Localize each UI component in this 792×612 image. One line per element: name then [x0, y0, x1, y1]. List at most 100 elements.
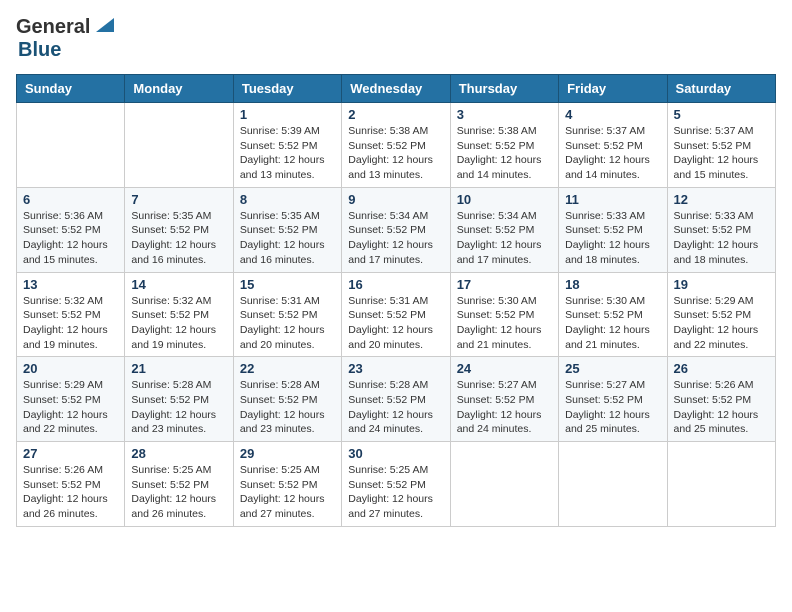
- calendar-cell: 6Sunrise: 5:36 AMSunset: 5:52 PMDaylight…: [17, 187, 125, 272]
- calendar-cell: 5 Sunrise: 5:37 AMSunset: 5:52 PMDaylight…: [667, 103, 775, 188]
- calendar-cell: 22 Sunrise: 5:28 AMSunset: 5:52 PMDayligh…: [233, 357, 341, 442]
- day-info: Sunrise: 5:25 AMSunset: 5:52 PMDaylight:…: [240, 463, 335, 522]
- day-info: Sunrise: 5:38 AMSunset: 5:52 PMDaylight:…: [348, 124, 443, 183]
- calendar-cell: 1 Sunrise: 5:39 AMSunset: 5:52 PMDaylight…: [233, 103, 341, 188]
- day-info: Sunrise: 5:35 AMSunset: 5:52 PMDaylight:…: [131, 209, 226, 268]
- calendar-cell: 16Sunrise: 5:31 AMSunset: 5:52 PMDayligh…: [342, 272, 450, 357]
- day-info: Sunrise: 5:25 AMSunset: 5:52 PMDaylight:…: [131, 463, 226, 522]
- day-number: 30: [348, 446, 443, 461]
- day-info: Sunrise: 5:38 AMSunset: 5:52 PMDaylight:…: [457, 124, 552, 183]
- day-number: 1: [240, 107, 335, 122]
- calendar-cell: 30 Sunrise: 5:25 AMSunset: 5:52 PMDayligh…: [342, 442, 450, 527]
- day-number: 28: [131, 446, 226, 461]
- day-info: Sunrise: 5:37 AMSunset: 5:52 PMDaylight:…: [565, 124, 660, 183]
- day-header-friday: Friday: [559, 75, 667, 103]
- day-info: Sunrise: 5:34 AMSunset: 5:52 PMDaylight:…: [348, 209, 443, 268]
- calendar-cell: [450, 442, 558, 527]
- calendar-cell: [667, 442, 775, 527]
- calendar-cell: 17 Sunrise: 5:30 AMSunset: 5:52 PMDayligh…: [450, 272, 558, 357]
- day-number: 22: [240, 361, 335, 376]
- calendar-cell: [125, 103, 233, 188]
- day-number: 27: [23, 446, 118, 461]
- calendar-cell: 28 Sunrise: 5:25 AMSunset: 5:52 PMDayligh…: [125, 442, 233, 527]
- calendar-cell: 21 Sunrise: 5:28 AMSunset: 5:52 PMDayligh…: [125, 357, 233, 442]
- calendar-week-3: 13Sunrise: 5:32 AMSunset: 5:52 PMDayligh…: [17, 272, 776, 357]
- day-info: Sunrise: 5:29 AMSunset: 5:52 PMDaylight:…: [674, 294, 769, 353]
- day-info: Sunrise: 5:28 AMSunset: 5:52 PMDaylight:…: [131, 378, 226, 437]
- day-info: Sunrise: 5:33 AMSunset: 5:52 PMDaylight:…: [565, 209, 660, 268]
- calendar-cell: 29 Sunrise: 5:25 AMSunset: 5:52 PMDayligh…: [233, 442, 341, 527]
- calendar-cell: 7 Sunrise: 5:35 AMSunset: 5:52 PMDaylight…: [125, 187, 233, 272]
- logo-general-text: General: [16, 16, 90, 39]
- calendar-week-2: 6Sunrise: 5:36 AMSunset: 5:52 PMDaylight…: [17, 187, 776, 272]
- day-number: 26: [674, 361, 769, 376]
- calendar-cell: 3Sunrise: 5:38 AMSunset: 5:52 PMDaylight…: [450, 103, 558, 188]
- day-info: Sunrise: 5:30 AMSunset: 5:52 PMDaylight:…: [565, 294, 660, 353]
- day-info: Sunrise: 5:30 AMSunset: 5:52 PMDaylight:…: [457, 294, 552, 353]
- day-number: 29: [240, 446, 335, 461]
- day-number: 5: [674, 107, 769, 122]
- calendar-cell: 18 Sunrise: 5:30 AMSunset: 5:52 PMDayligh…: [559, 272, 667, 357]
- day-number: 23: [348, 361, 443, 376]
- day-info: Sunrise: 5:26 AMSunset: 5:52 PMDaylight:…: [23, 463, 118, 522]
- day-number: 6: [23, 192, 118, 207]
- calendar-cell: 9 Sunrise: 5:34 AMSunset: 5:52 PMDaylight…: [342, 187, 450, 272]
- day-number: 17: [457, 277, 552, 292]
- day-number: 7: [131, 192, 226, 207]
- day-number: 25: [565, 361, 660, 376]
- day-header-wednesday: Wednesday: [342, 75, 450, 103]
- day-number: 20: [23, 361, 118, 376]
- day-number: 21: [131, 361, 226, 376]
- calendar-table: SundayMondayTuesdayWednesdayThursdayFrid…: [16, 74, 776, 527]
- calendar-cell: 19 Sunrise: 5:29 AMSunset: 5:52 PMDayligh…: [667, 272, 775, 357]
- day-number: 4: [565, 107, 660, 122]
- day-info: Sunrise: 5:31 AMSunset: 5:52 PMDaylight:…: [348, 294, 443, 353]
- day-number: 14: [131, 277, 226, 292]
- day-info: Sunrise: 5:27 AMSunset: 5:52 PMDaylight:…: [457, 378, 552, 437]
- calendar-cell: [17, 103, 125, 188]
- page-header: General Blue: [16, 16, 776, 62]
- calendar-cell: 4 Sunrise: 5:37 AMSunset: 5:52 PMDaylight…: [559, 103, 667, 188]
- calendar-week-1: 1 Sunrise: 5:39 AMSunset: 5:52 PMDaylight…: [17, 103, 776, 188]
- day-info: Sunrise: 5:26 AMSunset: 5:52 PMDaylight:…: [674, 378, 769, 437]
- day-number: 11: [565, 192, 660, 207]
- day-header-monday: Monday: [125, 75, 233, 103]
- calendar-body: 1 Sunrise: 5:39 AMSunset: 5:52 PMDaylight…: [17, 103, 776, 527]
- day-info: Sunrise: 5:29 AMSunset: 5:52 PMDaylight:…: [23, 378, 118, 437]
- day-number: 8: [240, 192, 335, 207]
- day-number: 12: [674, 192, 769, 207]
- day-header-tuesday: Tuesday: [233, 75, 341, 103]
- day-number: 24: [457, 361, 552, 376]
- calendar-cell: 12 Sunrise: 5:33 AMSunset: 5:52 PMDayligh…: [667, 187, 775, 272]
- logo-blue-text: Blue: [18, 39, 61, 61]
- calendar-cell: 15 Sunrise: 5:31 AMSunset: 5:52 PMDayligh…: [233, 272, 341, 357]
- day-info: Sunrise: 5:37 AMSunset: 5:52 PMDaylight:…: [674, 124, 769, 183]
- calendar-cell: 25 Sunrise: 5:27 AMSunset: 5:52 PMDayligh…: [559, 357, 667, 442]
- logo: General Blue: [16, 16, 114, 62]
- day-info: Sunrise: 5:28 AMSunset: 5:52 PMDaylight:…: [240, 378, 335, 437]
- day-header-saturday: Saturday: [667, 75, 775, 103]
- day-header-sunday: Sunday: [17, 75, 125, 103]
- day-number: 9: [348, 192, 443, 207]
- day-info: Sunrise: 5:33 AMSunset: 5:52 PMDaylight:…: [674, 209, 769, 268]
- day-info: Sunrise: 5:27 AMSunset: 5:52 PMDaylight:…: [565, 378, 660, 437]
- day-number: 19: [674, 277, 769, 292]
- calendar-week-4: 20 Sunrise: 5:29 AMSunset: 5:52 PMDayligh…: [17, 357, 776, 442]
- day-info: Sunrise: 5:34 AMSunset: 5:52 PMDaylight:…: [457, 209, 552, 268]
- day-info: Sunrise: 5:25 AMSunset: 5:52 PMDaylight:…: [348, 463, 443, 522]
- day-info: Sunrise: 5:32 AMSunset: 5:52 PMDaylight:…: [131, 294, 226, 353]
- calendar-cell: 24 Sunrise: 5:27 AMSunset: 5:52 PMDayligh…: [450, 357, 558, 442]
- calendar-header-row: SundayMondayTuesdayWednesdayThursdayFrid…: [17, 75, 776, 103]
- calendar-cell: 20 Sunrise: 5:29 AMSunset: 5:52 PMDayligh…: [17, 357, 125, 442]
- calendar-cell: 14 Sunrise: 5:32 AMSunset: 5:52 PMDayligh…: [125, 272, 233, 357]
- day-number: 18: [565, 277, 660, 292]
- day-info: Sunrise: 5:39 AMSunset: 5:52 PMDaylight:…: [240, 124, 335, 183]
- day-number: 15: [240, 277, 335, 292]
- calendar-cell: 23Sunrise: 5:28 AMSunset: 5:52 PMDayligh…: [342, 357, 450, 442]
- calendar-cell: 2Sunrise: 5:38 AMSunset: 5:52 PMDaylight…: [342, 103, 450, 188]
- calendar-cell: 11 Sunrise: 5:33 AMSunset: 5:52 PMDayligh…: [559, 187, 667, 272]
- day-header-thursday: Thursday: [450, 75, 558, 103]
- calendar-cell: 10Sunrise: 5:34 AMSunset: 5:52 PMDayligh…: [450, 187, 558, 272]
- day-info: Sunrise: 5:31 AMSunset: 5:52 PMDaylight:…: [240, 294, 335, 353]
- logo-icon: [92, 14, 114, 36]
